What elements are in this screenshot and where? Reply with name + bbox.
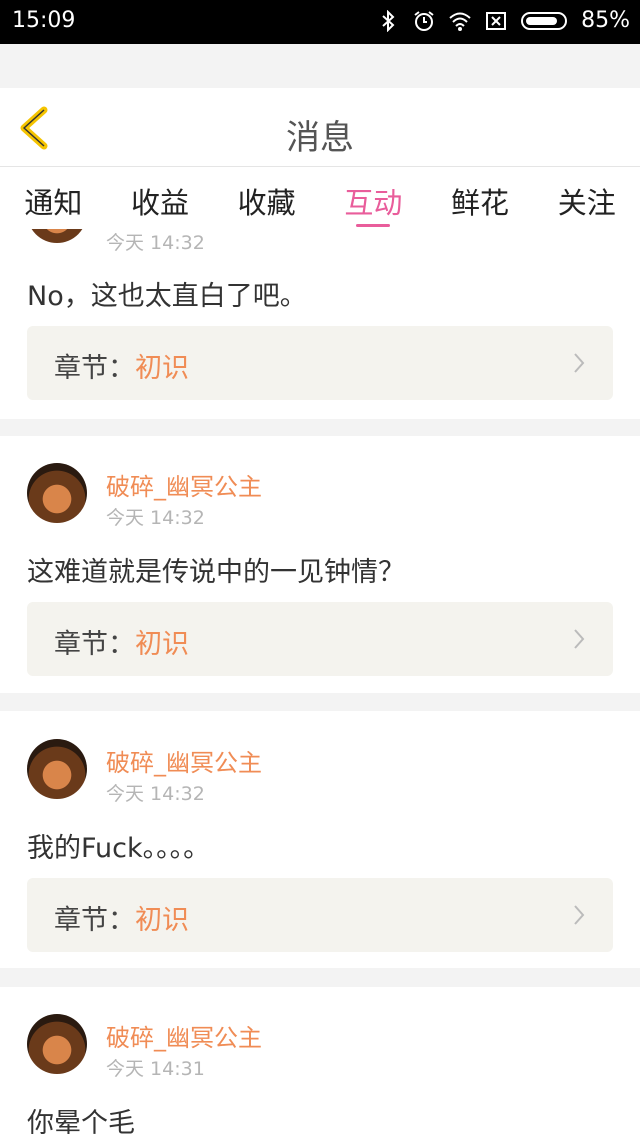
tab-flowers[interactable]: 鲜花 <box>427 167 534 229</box>
chevron-right-icon <box>574 905 585 925</box>
list-item: 破碎_幽冥公主 今天 14:31 你晕个毛 <box>0 987 640 1138</box>
username[interactable]: 破碎_幽冥公主 <box>106 1018 262 1053</box>
list-item: 破碎_幽冥公主 今天 14:32 我的Fuck。。。。 章节：初识 <box>0 711 640 968</box>
tab-favorites[interactable]: 收藏 <box>213 167 320 229</box>
list-item: 今天 14:32 No，这也太直白了吧。 章节：初识 <box>0 229 640 419</box>
comment-time: 今天 14:32 <box>106 232 205 254</box>
chapter-link[interactable]: 章节：初识 <box>27 878 613 952</box>
chapter-label: 章节：初识 <box>54 353 189 384</box>
chapter-name: 初识 <box>135 629 189 660</box>
tab-following[interactable]: 关注 <box>533 167 640 229</box>
comment-time: 今天 14:32 <box>106 783 205 805</box>
bluetooth-icon <box>382 9 395 32</box>
app-header: 消息 <box>0 88 640 167</box>
status-icons: 85% <box>377 8 630 33</box>
status-time: 15:09 <box>12 8 76 33</box>
comment-text: 这难道就是传说中的一见钟情？ <box>27 557 405 588</box>
tab-interactions[interactable]: 互动 <box>320 167 427 229</box>
avatar[interactable] <box>27 463 87 523</box>
avatar[interactable] <box>27 229 87 243</box>
username[interactable]: 破碎_幽冥公主 <box>106 467 262 502</box>
chapter-name: 初识 <box>135 905 189 936</box>
chapter-link[interactable]: 章节：初识 <box>27 326 613 400</box>
chevron-right-icon <box>574 353 585 373</box>
no-sim-icon <box>486 11 507 30</box>
alarm-icon <box>414 10 434 31</box>
battery-percent: 85% <box>581 8 630 33</box>
list-item: 破碎_幽冥公主 今天 14:32 这难道就是传说中的一见钟情？ 章节：初识 <box>0 436 640 693</box>
battery-icon <box>521 11 568 30</box>
comment-time: 今天 14:31 <box>106 1058 205 1080</box>
chevron-right-icon <box>574 629 585 649</box>
avatar[interactable] <box>27 1014 87 1074</box>
chapter-label: 章节：初识 <box>54 629 189 660</box>
tab-bar: 通知 收益 收藏 互动 鲜花 关注 <box>0 167 640 229</box>
chapter-name: 初识 <box>135 353 189 384</box>
chapter-link[interactable]: 章节：初识 <box>27 602 613 676</box>
comment-text: 我的Fuck。。。。 <box>27 833 211 864</box>
comment-time: 今天 14:32 <box>106 507 205 529</box>
comment-text: No，这也太直白了吧。 <box>27 281 307 312</box>
message-feed[interactable]: 今天 14:32 No，这也太直白了吧。 章节：初识 破碎_幽冥公主 今天 14… <box>0 229 640 1138</box>
header-spacer <box>0 44 640 88</box>
username[interactable]: 破碎_幽冥公主 <box>106 743 262 778</box>
chapter-label: 章节：初识 <box>54 905 189 936</box>
page-title: 消息 <box>286 118 354 158</box>
avatar[interactable] <box>27 739 87 799</box>
tab-notifications[interactable]: 通知 <box>0 167 107 229</box>
wifi-icon <box>449 12 471 31</box>
tab-earnings[interactable]: 收益 <box>107 167 214 229</box>
comment-text: 你晕个毛 <box>27 1108 135 1138</box>
status-bar: 15:09 85% <box>0 0 640 44</box>
